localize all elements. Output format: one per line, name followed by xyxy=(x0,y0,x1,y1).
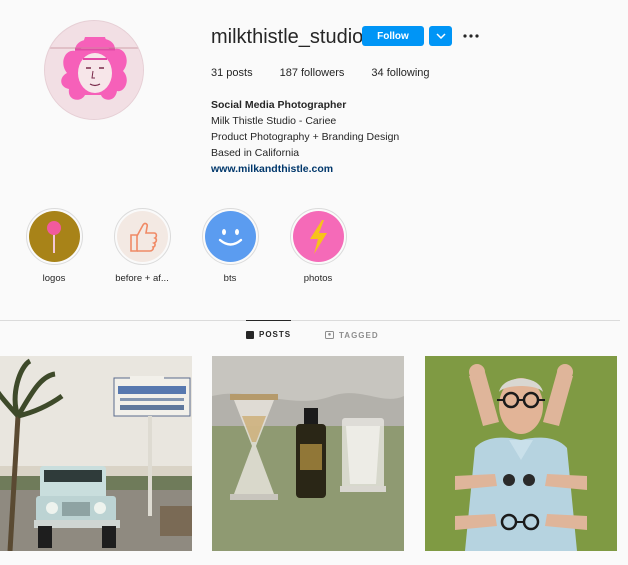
tabs-divider xyxy=(0,320,620,321)
highlight-ring xyxy=(289,208,347,265)
post-thumbnail[interactable] xyxy=(212,356,404,551)
profile-bio: Social Media Photographer Milk Thistle S… xyxy=(211,97,399,177)
follow-button[interactable]: Follow xyxy=(362,26,424,46)
highlight-ring xyxy=(201,208,259,265)
bio-line: Based in California xyxy=(211,147,300,159)
highlight-cover xyxy=(204,211,256,262)
highlight-photos[interactable]: photos xyxy=(278,208,358,284)
highlight-label: photos xyxy=(303,273,333,284)
avatar-illustration xyxy=(45,21,143,119)
smiley-icon xyxy=(218,229,242,246)
bio-website-link[interactable]: www.milkandthistle.com xyxy=(211,161,399,177)
lollipop-icon xyxy=(46,221,61,253)
following-count[interactable]: 34 following xyxy=(371,67,429,79)
profile-stats: 31 posts 187 followers 34 following xyxy=(211,67,457,79)
highlight-label: before + af... xyxy=(115,273,169,284)
bio-line: Product Photography + Branding Design xyxy=(211,131,400,143)
highlight-before-after[interactable]: before + af... xyxy=(102,208,182,284)
bio-name: Social Media Photographer xyxy=(211,99,347,111)
highlight-label: bts xyxy=(223,273,237,284)
tag-person-icon xyxy=(325,331,334,339)
highlight-label: logos xyxy=(42,273,66,284)
suggested-dropdown-button[interactable] xyxy=(429,26,452,46)
tab-tagged-label: TAGGED xyxy=(339,330,379,340)
post-image-products xyxy=(212,356,404,551)
highlight-logos[interactable]: logos xyxy=(14,208,94,284)
post-image-man-glasses xyxy=(425,356,617,551)
chevron-down-icon xyxy=(435,33,446,39)
highlight-cover xyxy=(116,211,168,262)
highlight-ring xyxy=(25,208,83,265)
highlight-bts[interactable]: bts xyxy=(190,208,270,284)
thumbs-up-icon xyxy=(129,222,157,252)
tab-tagged[interactable]: TAGGED xyxy=(325,321,379,349)
profile-username: milkthistle_studio xyxy=(211,26,364,48)
bio-line: Milk Thistle Studio - Cariee xyxy=(211,115,337,127)
posts-count[interactable]: 31 posts xyxy=(211,67,253,79)
highlight-cover xyxy=(292,211,344,262)
profile-avatar[interactable] xyxy=(44,20,144,120)
post-thumbnail[interactable] xyxy=(425,356,617,551)
tab-posts-label: POSTS xyxy=(259,330,292,339)
more-dots-icon xyxy=(463,34,479,38)
tab-posts[interactable]: POSTS xyxy=(246,320,292,348)
post-image-truck xyxy=(0,356,192,551)
post-thumbnail[interactable] xyxy=(0,356,192,551)
highlight-cover xyxy=(28,211,80,262)
lightning-icon xyxy=(309,220,327,254)
followers-count[interactable]: 187 followers xyxy=(280,67,345,79)
grid-icon xyxy=(246,330,254,339)
highlight-ring xyxy=(113,208,171,265)
more-options-button[interactable] xyxy=(462,27,480,45)
